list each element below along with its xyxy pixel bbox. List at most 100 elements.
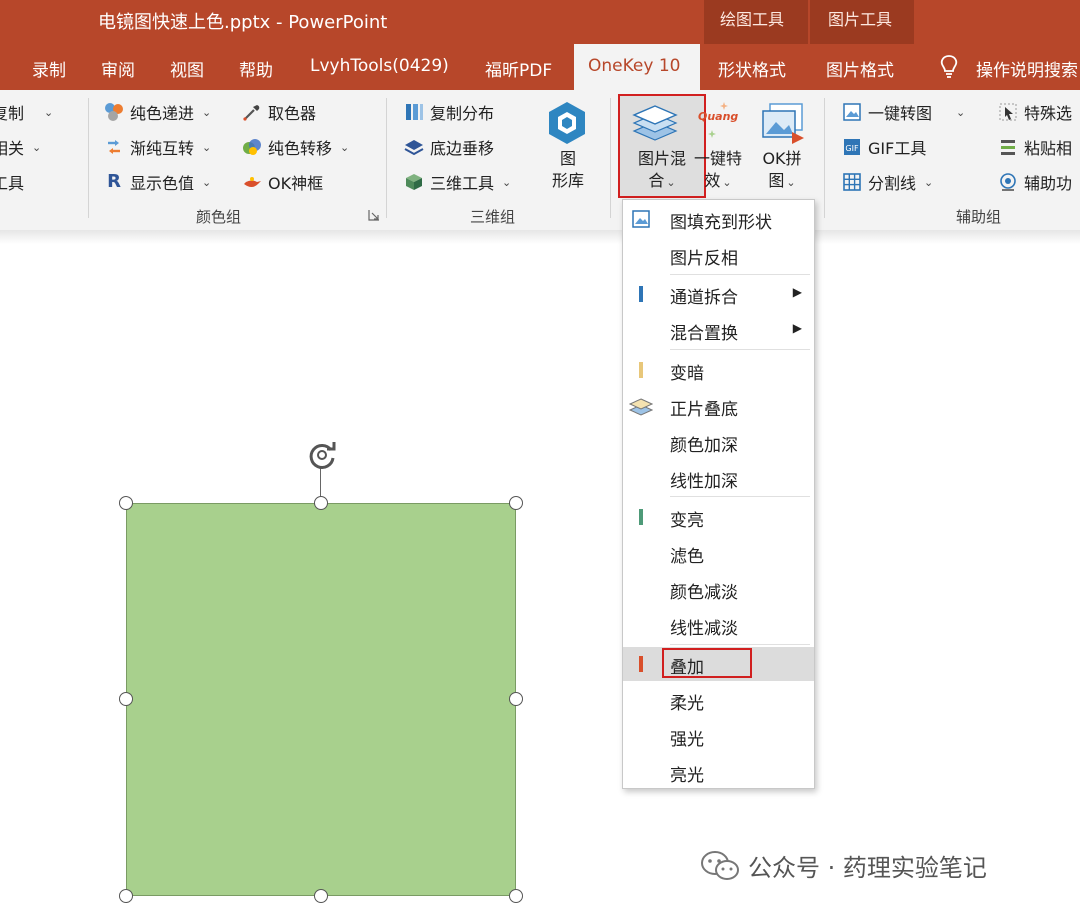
resize-handle-top-left[interactable] xyxy=(119,496,133,510)
ribbon-item-label: 粘贴相 xyxy=(1024,139,1073,158)
solid-gradient-button[interactable]: 纯色递进 ⌄ xyxy=(104,100,211,124)
menu-item-channel-split-merge[interactable]: 通道拆合 ▶ xyxy=(623,276,814,312)
eyedropper-icon xyxy=(243,105,260,121)
menu-item-label: 图填充到形状 xyxy=(670,213,772,233)
menu-item-linear-dodge[interactable]: 线性减淡 xyxy=(623,607,814,643)
svg-text:GIF: GIF xyxy=(845,144,859,153)
ribbon-item-label: 一键转图 xyxy=(868,104,933,123)
ribbon-shadow xyxy=(0,230,1080,244)
divider-line-button[interactable]: 分割线 ⌄ xyxy=(842,170,933,194)
menu-item-linear-burn[interactable]: 线性加深 xyxy=(623,460,814,496)
menu-item-color-dodge[interactable]: 颜色减淡 xyxy=(623,571,814,607)
menu-separator xyxy=(670,496,810,497)
gif-tools-button[interactable]: GIF GIF工具 xyxy=(842,135,926,159)
menu-item-label: 通道拆合 xyxy=(670,288,738,308)
menu-item-vivid-light[interactable]: 亮光 xyxy=(623,754,814,790)
ribbon-item-label: 特殊选 xyxy=(1024,104,1073,123)
ribbon-item-label: 分割线 xyxy=(868,174,917,193)
ribbon-item-label: 复制 xyxy=(0,104,25,123)
solid-transfer-button[interactable]: 纯色转移 ⌄ xyxy=(242,135,349,159)
group-separator xyxy=(386,98,387,218)
resize-handle-left[interactable] xyxy=(119,692,133,706)
ribbon-related-partial[interactable]: 相关 ⌄ xyxy=(0,135,41,159)
lightbulb-icon[interactable] xyxy=(938,54,960,80)
tab-picture-format[interactable]: 图片格式 xyxy=(826,56,894,81)
resize-handle-top-right[interactable] xyxy=(509,496,523,510)
one-key-effects-button[interactable]: Quang 一键特 效 ⌄ xyxy=(690,98,746,198)
submenu-arrow-icon: ▶ xyxy=(792,285,802,299)
ok-stitch-label-line1: OK拼 xyxy=(762,149,802,168)
paste-related-button[interactable]: 粘贴相 xyxy=(998,135,1072,159)
chevron-down-icon: ⌄ xyxy=(44,105,54,119)
assist-function-button[interactable]: 辅助功 xyxy=(998,170,1072,194)
watermark-text: 公众号 · 药理实验笔记 xyxy=(748,854,987,882)
show-color-value-button[interactable]: R 显示色值 ⌄ xyxy=(104,170,211,194)
ok-magic-frame-button[interactable]: OK神框 xyxy=(242,170,323,194)
swap-arrows-icon xyxy=(108,140,120,154)
menu-separator xyxy=(670,644,810,645)
color-group-label: 颜色组 xyxy=(196,208,242,226)
shape-library-button[interactable]: 图 形库 xyxy=(540,98,596,198)
gradient-solid-swap-button[interactable]: 渐纯互转 ⌄ xyxy=(104,135,211,159)
tab-onekey[interactable]: OneKey 10 xyxy=(588,56,680,76)
tab-lvyhtools[interactable]: LvyhTools(0429) xyxy=(310,56,449,76)
resize-handle-bottom-left[interactable] xyxy=(119,889,133,903)
lighten-marker-icon xyxy=(639,509,643,525)
eyedropper-button[interactable]: 取色器 xyxy=(242,100,316,124)
green-rectangle-shape[interactable] xyxy=(126,503,516,896)
ribbon-copy-partial[interactable]: 复制 ⌄ xyxy=(0,100,53,124)
one-key-effects-label-line1: 一键特 xyxy=(693,149,742,168)
tell-me-search[interactable]: 操作说明搜索 xyxy=(976,56,1078,81)
menu-item-multiply[interactable]: 正片叠底 xyxy=(623,388,814,424)
gif-icon: GIF xyxy=(844,139,860,155)
context-group-label: 图片工具 xyxy=(828,10,893,29)
dialog-launcher-icon[interactable] xyxy=(368,209,380,221)
one-key-to-image-button[interactable]: 一键转图 ⌄ xyxy=(842,100,965,124)
tab-view[interactable]: 视图 xyxy=(170,56,204,81)
resize-handle-bottom[interactable] xyxy=(314,889,328,903)
chevron-down-icon: ⌄ xyxy=(202,105,212,119)
copy-distribute-button[interactable]: 复制分布 xyxy=(404,100,494,124)
wechat-icon xyxy=(701,850,739,880)
menu-item-color-burn[interactable]: 颜色加深 xyxy=(623,424,814,460)
three-d-tools-button[interactable]: 三维工具 ⌄ xyxy=(404,170,511,194)
tab-record[interactable]: 录制 xyxy=(32,56,66,81)
menu-item-screen[interactable]: 滤色 xyxy=(623,535,814,571)
ribbon-item-label: 纯色转移 xyxy=(268,139,333,158)
darken-marker-icon xyxy=(639,362,643,378)
menu-item-soft-light[interactable]: 柔光 xyxy=(623,682,814,718)
channel-marker-icon xyxy=(639,286,643,302)
bottom-vertical-move-button[interactable]: 底边垂移 xyxy=(404,135,494,159)
one-key-effects-label-line2: 效 xyxy=(704,171,721,190)
menu-item-label: 亮光 xyxy=(670,766,704,786)
tab-review[interactable]: 审阅 xyxy=(101,56,135,81)
ribbon-item-label: 辅助功 xyxy=(1024,174,1073,193)
group-separator xyxy=(610,98,611,218)
chevron-down-icon: ⌄ xyxy=(202,175,212,189)
picture-fill-icon xyxy=(632,210,650,228)
menu-item-label: 混合置换 xyxy=(670,324,738,344)
tab-help[interactable]: 帮助 xyxy=(239,56,273,81)
menu-item-lighten[interactable]: 变亮 xyxy=(623,499,814,535)
tab-shape-format[interactable]: 形状格式 xyxy=(718,56,786,81)
rotate-handle-icon[interactable] xyxy=(305,438,339,472)
chevron-down-icon: ⌄ xyxy=(202,140,212,154)
resize-handle-right[interactable] xyxy=(509,692,523,706)
tab-foxit-pdf[interactable]: 福昕PDF xyxy=(485,56,552,81)
resize-handle-top[interactable] xyxy=(314,496,328,510)
ok-stitch-button[interactable]: OK拼 图 ⌄ xyxy=(752,98,812,198)
ribbon-tools-partial[interactable]: 工具 xyxy=(0,170,24,194)
menu-item-darken[interactable]: 变暗 xyxy=(623,352,814,388)
menu-item-fill-picture-to-shape[interactable]: 图填充到形状 xyxy=(623,201,814,237)
menu-item-hard-light[interactable]: 强光 xyxy=(623,718,814,754)
cursor-select-icon xyxy=(999,103,1017,121)
special-select-button[interactable]: 特殊选 xyxy=(998,100,1072,124)
layers-icon xyxy=(404,140,424,156)
submenu-arrow-icon: ▶ xyxy=(792,321,802,335)
chevron-down-icon: ⌄ xyxy=(502,175,512,189)
menu-item-invert-picture[interactable]: 图片反相 xyxy=(623,237,814,273)
resize-handle-bottom-right[interactable] xyxy=(509,889,523,903)
menu-item-blend-replace[interactable]: 混合置换 ▶ xyxy=(623,312,814,348)
picture-blend-dropdown-menu: 图填充到形状 图片反相 通道拆合 ▶ 混合置换 ▶ 变暗 正片叠底 颜色加深 线… xyxy=(622,199,815,789)
aux-group-label: 辅助组 xyxy=(956,208,1002,226)
